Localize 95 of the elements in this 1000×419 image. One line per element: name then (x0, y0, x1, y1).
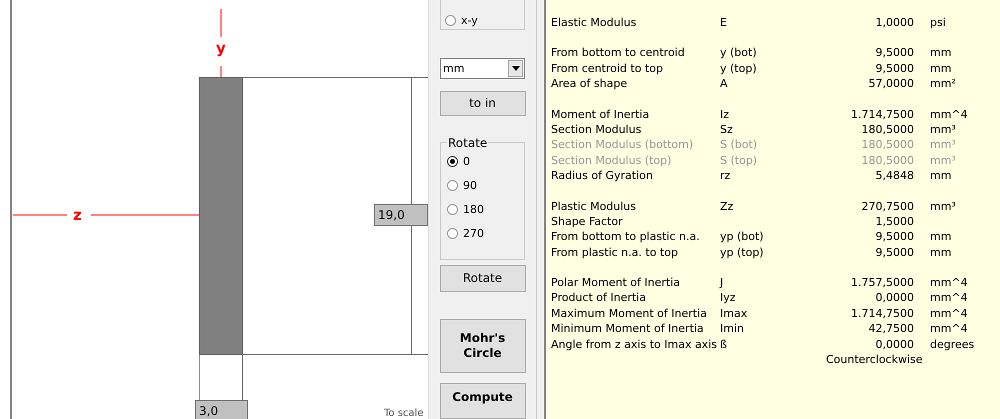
property-symbol: Iyz (720, 291, 736, 304)
property-symbol: Imax (720, 306, 748, 320)
property-value: 0,0000 (876, 338, 914, 351)
property-unit: mm^4 (930, 108, 968, 121)
property-label: From plastic n.a. to top (551, 244, 679, 260)
property-label: From centroid to top (551, 60, 664, 76)
width-dimension: 3,0 (195, 400, 248, 419)
property-unit: mm³ (930, 200, 956, 213)
property-value: 9,5000 (876, 230, 914, 244)
angle-direction: Counterclockwise (826, 352, 923, 368)
property-value: 1.714,7500 (851, 306, 914, 320)
property-value: 5,4848 (876, 169, 914, 182)
property-symbol: S (bot) (720, 138, 758, 152)
splitter-bar[interactable] (536, 0, 546, 419)
angle-radio[interactable]: 180 (447, 198, 524, 222)
property-symbol: y (top) (720, 62, 757, 75)
property-value: 270,7500 (862, 200, 914, 213)
property-value: 180,5000 (862, 138, 914, 152)
angle-radio[interactable]: 0 (447, 150, 524, 174)
property-value: 9,5000 (876, 46, 914, 60)
property-unit: mm (930, 169, 952, 182)
property-unit: mm³ (930, 138, 956, 152)
property-value: 9,5000 (876, 246, 914, 259)
property-unit: degrees (930, 338, 974, 351)
property-symbol: Imin (720, 322, 744, 336)
radio-icon[interactable] (447, 228, 458, 240)
property-value: 42,7500 (868, 322, 914, 336)
property-symbol: A (720, 77, 728, 90)
property-unit: mm^4 (930, 291, 968, 304)
property-unit: mm (930, 230, 952, 244)
property-symbol: yp (top) (720, 246, 764, 259)
property-value: 180,5000 (862, 122, 914, 136)
property-unit: mm (930, 246, 952, 259)
property-symbol: Zz (720, 200, 734, 213)
property-label: Polar Moment of Inertia (551, 275, 681, 290)
property-label: Product of Inertia (551, 290, 647, 306)
property-value: 9,5000 (876, 62, 914, 75)
property-value: 0,0000 (876, 291, 914, 304)
property-symbol: S (top) (720, 154, 758, 167)
property-label: Section Modulus (bottom) (551, 137, 694, 153)
rotate-button[interactable]: Rotate (440, 264, 526, 292)
convert-button[interactable]: to in (440, 90, 526, 116)
property-label: Radius of Gyration (551, 168, 654, 184)
property-label: Minimum Moment of Inertia (551, 321, 705, 337)
property-symbol: yp (bot) (720, 230, 764, 244)
view-radio[interactable]: x-y (445, 8, 524, 32)
scale-note: To scale (384, 408, 424, 419)
radio-icon[interactable] (447, 156, 458, 168)
property-label: Section Modulus (551, 122, 642, 138)
height-dimension: 19,0 (374, 204, 428, 226)
property-symbol: rz (720, 169, 730, 182)
property-label: Angle from z axis to Imax axis (551, 336, 718, 352)
property-label: From bottom to centroid (551, 45, 686, 61)
radio-icon[interactable] (445, 14, 456, 26)
property-unit: mm (930, 46, 952, 60)
property-unit: psi (930, 16, 946, 29)
property-value: 1,0000 (876, 16, 914, 29)
property-label: From bottom to plastic n.a. (551, 229, 701, 245)
property-label: Section Modulus (top) (551, 152, 672, 168)
property-value: 1.757,5000 (851, 276, 914, 290)
property-label: Elastic Modulus (551, 15, 638, 30)
property-unit: mm^4 (930, 322, 968, 336)
angle-radio[interactable]: 270 (447, 222, 524, 246)
property-label: Area of shape (551, 76, 628, 92)
property-label: Plastic Modulus (551, 198, 638, 214)
radio-icon[interactable] (447, 180, 458, 192)
property-unit: mm^4 (930, 306, 968, 320)
property-value: 57,0000 (868, 77, 914, 90)
property-label: Moment of Inertia (551, 106, 650, 122)
property-symbol: E (720, 16, 727, 29)
radio-icon[interactable] (447, 204, 458, 216)
property-symbol: ß (720, 338, 727, 351)
property-unit: mm (930, 62, 952, 75)
property-unit: mm^4 (930, 276, 968, 290)
property-value: 180,5000 (862, 154, 914, 167)
property-unit: mm³ (930, 122, 956, 136)
compute-button[interactable]: Compute (440, 383, 526, 419)
dimension-lines (199, 354, 243, 400)
property-symbol: J (720, 276, 724, 290)
y-axis-label: y (216, 40, 226, 56)
property-unit: mm³ (930, 154, 956, 167)
angle-radio[interactable]: 90 (447, 174, 524, 198)
property-symbol: Sz (720, 122, 733, 136)
group-title: Rotate (447, 136, 488, 150)
property-unit: mm² (930, 77, 956, 90)
property-symbol: Iz (720, 108, 730, 121)
property-value: 1.714,7500 (851, 108, 914, 121)
unit-dropdown[interactable]: mm (440, 58, 525, 79)
mohr-button[interactable]: Mohr's Circle (440, 318, 526, 374)
property-label: Maximum Moment of Inertia (551, 306, 708, 322)
property-value: 1,5000 (876, 214, 914, 228)
z-axis-label: z (73, 207, 82, 223)
property-label: Shape Factor (551, 214, 624, 230)
property-symbol: y (bot) (720, 46, 757, 60)
y-axis-line (220, 8, 222, 78)
